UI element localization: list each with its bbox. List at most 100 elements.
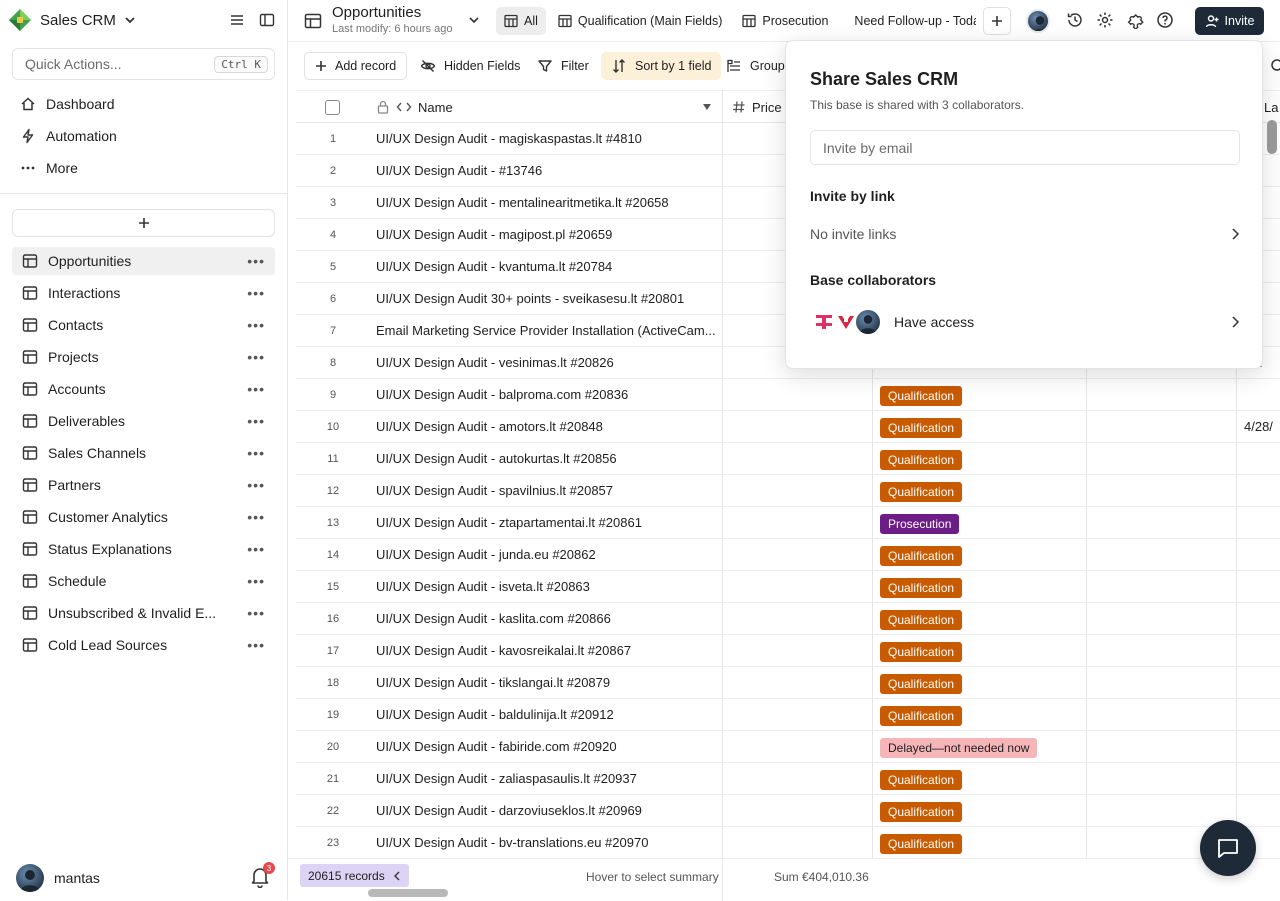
group-button[interactable]: Group [716, 52, 795, 80]
filter-button[interactable]: Filter [527, 52, 599, 80]
record-name-cell[interactable]: UI/UX Design Audit - magiskaspastas.lt #… [376, 131, 718, 146]
record-name-cell[interactable]: UI/UX Design Audit - vesinimas.lt #20826 [376, 355, 718, 370]
record-name-cell[interactable]: UI/UX Design Audit - isveta.lt #20863 [376, 579, 718, 594]
invite-email-input[interactable]: Invite by email [810, 130, 1240, 165]
table-row[interactable]: 14 UI/UX Design Audit - junda.eu #20862 Qu… [296, 539, 1280, 571]
record-name-cell[interactable]: UI/UX Design Audit - amotors.lt #20848 [376, 419, 718, 434]
record-name-cell[interactable]: UI/UX Design Audit - baldulinija.lt #209… [376, 707, 718, 722]
record-name-cell[interactable]: UI/UX Design Audit - kavosreikalai.lt #2… [376, 643, 718, 658]
sidebar-table-item[interactable]: Interactions ••• [12, 279, 275, 307]
status-badge[interactable]: Qualification [880, 802, 963, 822]
table-row[interactable]: 16 UI/UX Design Audit - kaslita.com #2086… [296, 603, 1280, 635]
record-name-cell[interactable]: UI/UX Design Audit - spavilnius.lt #2085… [376, 483, 718, 498]
nav-dashboard[interactable]: Dashboard [12, 90, 275, 118]
record-name-cell[interactable]: UI/UX Design Audit - kvantuma.lt #20784 [376, 259, 718, 274]
sidebar-table-item[interactable]: Partners ••• [12, 471, 275, 499]
more-options-icon[interactable]: ••• [247, 413, 265, 429]
record-name-cell[interactable]: UI/UX Design Audit - zaliaspasaulis.lt #… [376, 771, 718, 786]
table-row[interactable]: 20 UI/UX Design Audit - fabiride.com #209… [296, 731, 1280, 763]
record-name-cell[interactable]: UI/UX Design Audit - bv-translations.eu … [376, 835, 718, 850]
invite-button[interactable]: Invite [1195, 7, 1264, 35]
more-options-icon[interactable]: ••• [247, 605, 265, 621]
hover-summary-hint[interactable]: Hover to select summary [586, 870, 719, 884]
collapse-sidebar-icon[interactable] [259, 12, 275, 28]
more-options-icon[interactable]: ••• [247, 445, 265, 461]
record-name-cell[interactable]: UI/UX Design Audit - junda.eu #20862 [376, 547, 718, 562]
column-header-price[interactable]: Price [732, 91, 782, 123]
status-badge[interactable]: Qualification [880, 674, 963, 694]
status-badge[interactable]: Qualification [880, 834, 963, 854]
more-options-icon[interactable]: ••• [247, 285, 265, 301]
nav-more[interactable]: More [12, 154, 275, 182]
record-name-cell[interactable]: UI/UX Design Audit - balproma.com #20836 [376, 387, 718, 402]
table-row[interactable]: 9 UI/UX Design Audit - balproma.com #2083… [296, 379, 1280, 411]
column-header-last[interactable]: La [1264, 91, 1278, 123]
nav-automation[interactable]: Automation [12, 122, 275, 150]
sidebar-table-item[interactable]: Customer Analytics ••• [12, 503, 275, 531]
record-name-cell[interactable]: UI/UX Design Audit - #13746 [376, 163, 718, 178]
view-tab[interactable]: Qualification (Main Fields) [550, 7, 731, 35]
view-tab[interactable]: Need Follow-up - Toda [840, 7, 976, 35]
view-tab[interactable]: All [496, 7, 546, 35]
add-record-button[interactable]: Add record [304, 52, 408, 80]
table-row[interactable]: 12 UI/UX Design Audit - spavilnius.lt #20… [296, 475, 1280, 507]
user-profile[interactable]: mantas [16, 864, 100, 892]
status-badge[interactable]: Qualification [880, 418, 963, 438]
status-badge[interactable]: Qualification [880, 578, 963, 598]
record-name-cell[interactable]: UI/UX Design Audit - darzoviuseklos.lt #… [376, 803, 718, 818]
add-table-button[interactable] [12, 209, 275, 237]
table-row[interactable]: 13 UI/UX Design Audit - ztapartamentai.lt… [296, 507, 1280, 539]
sidebar-table-item[interactable]: Cold Lead Sources ••• [12, 631, 275, 659]
base-switcher[interactable]: Sales CRM [8, 8, 136, 32]
table-row[interactable]: 19 UI/UX Design Audit - baldulinija.lt #2… [296, 699, 1280, 731]
records-count[interactable]: 20615 records [300, 864, 409, 887]
help-icon[interactable] [1156, 11, 1174, 29]
more-options-icon[interactable]: ••• [247, 349, 265, 365]
history-icon[interactable] [1066, 11, 1084, 29]
settings-gear-icon[interactable] [1096, 11, 1114, 29]
status-badge[interactable]: Qualification [880, 386, 963, 406]
sidebar-table-item[interactable]: Opportunities ••• [12, 247, 275, 275]
status-badge[interactable]: Delayed—not needed now [880, 738, 1038, 758]
hidden-fields-button[interactable]: Hidden Fields [410, 52, 530, 80]
quick-actions-search[interactable]: Quick Actions... Ctrl K [12, 48, 275, 80]
sidebar-table-item[interactable]: Sales Channels ••• [12, 439, 275, 467]
menu-icon[interactable] [229, 12, 245, 28]
record-name-cell[interactable]: UI/UX Design Audit - fabiride.com #20920 [376, 739, 718, 754]
record-name-cell[interactable]: UI/UX Design Audit - tikslangai.lt #2087… [376, 675, 718, 690]
invite-links-row[interactable]: No invite links [810, 224, 1240, 244]
status-badge[interactable]: Prosecution [880, 514, 960, 534]
column-header-name[interactable]: Name [376, 91, 716, 123]
table-row[interactable]: 22 UI/UX Design Audit - darzoviuseklos.lt… [296, 795, 1280, 827]
more-options-icon[interactable]: ••• [247, 509, 265, 525]
status-badge[interactable]: Qualification [880, 770, 963, 790]
table-row[interactable]: 11 UI/UX Design Audit - autokurtas.lt #20… [296, 443, 1280, 475]
sidebar-table-item[interactable]: Projects ••• [12, 343, 275, 371]
collaborators-row[interactable]: Have access [810, 307, 1240, 337]
table-row[interactable]: 17 UI/UX Design Audit - kavosreikalai.lt … [296, 635, 1280, 667]
status-badge[interactable]: Qualification [880, 546, 963, 566]
record-name-cell[interactable]: UI/UX Design Audit - mentalinearitmetika… [376, 195, 718, 210]
table-row[interactable]: 23 UI/UX Design Audit - bv-translations.e… [296, 827, 1280, 858]
plugin-puzzle-icon[interactable] [1126, 11, 1144, 29]
record-name-cell[interactable]: Email Marketing Service Provider Install… [376, 323, 718, 338]
status-badge[interactable]: Qualification [880, 450, 963, 470]
table-row[interactable]: 15 UI/UX Design Audit - isveta.lt #20863 Q… [296, 571, 1280, 603]
chat-support-button[interactable] [1200, 820, 1256, 876]
search-icon[interactable] [1270, 58, 1280, 74]
table-header[interactable]: Opportunities Last modify: 6 hours ago [304, 4, 452, 36]
collaborator-avatar[interactable] [1026, 9, 1050, 33]
sidebar-table-item[interactable]: Schedule ••• [12, 567, 275, 595]
more-options-icon[interactable]: ••• [247, 253, 265, 269]
sidebar-table-item[interactable]: Accounts ••• [12, 375, 275, 403]
record-name-cell[interactable]: UI/UX Design Audit - ztapartamentai.lt #… [376, 515, 718, 530]
date-cell[interactable]: 4/28/ [1244, 419, 1273, 434]
record-name-cell[interactable]: UI/UX Design Audit - magipost.pl #20659 [376, 227, 718, 242]
vertical-scrollbar[interactable] [1267, 120, 1277, 154]
more-options-icon[interactable]: ••• [247, 541, 265, 557]
status-badge[interactable]: Qualification [880, 610, 963, 630]
record-name-cell[interactable]: UI/UX Design Audit - autokurtas.lt #2085… [376, 451, 718, 466]
record-name-cell[interactable]: UI/UX Design Audit 30+ points - sveikase… [376, 291, 718, 306]
status-badge[interactable]: Qualification [880, 642, 963, 662]
add-view-button[interactable] [983, 7, 1011, 35]
